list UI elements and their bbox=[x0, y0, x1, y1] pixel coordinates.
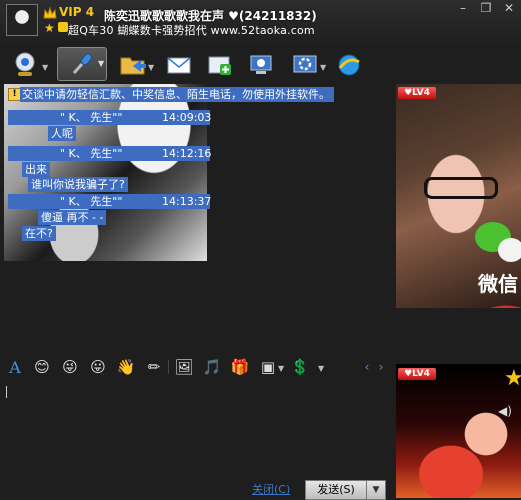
message-text: 傻逼 再不 - - bbox=[38, 210, 107, 225]
message-text: 出来 bbox=[22, 162, 50, 177]
screenshot-icon[interactable]: ▣ bbox=[259, 358, 277, 376]
heart-icon: ♥ bbox=[404, 88, 413, 98]
chevron-down-icon[interactable]: ▼ bbox=[318, 364, 324, 373]
plus-app-icon bbox=[208, 56, 231, 75]
browser-button[interactable] bbox=[332, 48, 366, 82]
vip-badge: VIP 4 bbox=[59, 5, 95, 19]
chevron-down-icon[interactable]: ▼ bbox=[42, 63, 48, 72]
voice-call-button[interactable]: ▼ bbox=[57, 47, 107, 81]
font-button[interactable]: A bbox=[6, 358, 24, 377]
input-toolbar bbox=[0, 356, 392, 380]
chevron-down-icon[interactable]: ▼ bbox=[278, 364, 284, 373]
folder-icon bbox=[120, 57, 146, 75]
emoji-icon[interactable]: 😊 bbox=[33, 358, 51, 376]
gear-screen-icon bbox=[293, 55, 317, 73]
heart-icon: ♥ bbox=[404, 369, 413, 379]
chat-bubble-icon bbox=[498, 238, 521, 262]
star-icon: ★ bbox=[44, 21, 55, 35]
close-window-button[interactable]: ✕ bbox=[497, 0, 521, 16]
chevron-down-icon: ▼ bbox=[98, 59, 105, 68]
webcam-icon bbox=[15, 52, 35, 76]
money-transfer-icon[interactable]: 💲 bbox=[291, 358, 310, 376]
level-text: LV4 bbox=[412, 88, 430, 98]
text-cursor bbox=[6, 386, 7, 398]
send-file-button[interactable] bbox=[116, 48, 150, 82]
doodle-icon[interactable]: ✏ bbox=[145, 358, 163, 376]
level-text: LV4 bbox=[412, 369, 430, 379]
video-panel-bottom[interactable] bbox=[396, 364, 521, 498]
remote-assist-button[interactable] bbox=[244, 48, 278, 82]
speaker-icon[interactable]: ◀) bbox=[498, 404, 512, 418]
security-notice: 交谈中请勿轻信汇款、中奖信息、陌生电话，勿使用外挂软件。 bbox=[20, 87, 334, 102]
email-button[interactable] bbox=[162, 48, 196, 82]
chevron-right-icon[interactable]: › bbox=[372, 358, 390, 376]
shake-window-icon[interactable]: 👋 bbox=[117, 358, 136, 376]
toolbar-divider bbox=[168, 360, 169, 374]
level-icon bbox=[58, 22, 68, 32]
message-time: 14:09:03 bbox=[150, 110, 211, 125]
maximize-button[interactable]: ❐ bbox=[474, 0, 498, 16]
send-options-dropdown[interactable]: ▼ bbox=[366, 480, 386, 500]
message-sender: " K、 先生"" bbox=[8, 194, 150, 209]
star-icon: ★ bbox=[504, 366, 521, 391]
globe-icon bbox=[338, 54, 360, 76]
crown-icon bbox=[43, 6, 57, 20]
settings-button[interactable] bbox=[288, 48, 322, 82]
level-badge: ♥LV4 bbox=[398, 87, 436, 99]
magic-emoji-icon[interactable]: 😜 bbox=[61, 358, 79, 376]
app-button[interactable] bbox=[203, 48, 237, 82]
close-chat-button[interactable]: 关闭(C) bbox=[252, 481, 290, 497]
chevron-down-icon[interactable]: ▼ bbox=[148, 63, 154, 72]
video-subject-glasses bbox=[424, 177, 498, 199]
message-sender: " K、 先生"" bbox=[8, 110, 150, 125]
image-icon[interactable]: 🖼 bbox=[174, 358, 193, 376]
contact-signature: 超Q车30 蝴蝶数卡强势招代 www.52taoka.com bbox=[68, 24, 315, 37]
message-time: 14:12:16 bbox=[150, 146, 211, 161]
send-button[interactable]: 发送(S) bbox=[305, 480, 367, 500]
chevron-down-icon[interactable]: ▼ bbox=[320, 63, 326, 72]
gift-face-icon[interactable]: 😛 bbox=[89, 358, 107, 376]
message-text: 人呢 bbox=[48, 126, 76, 141]
message-text: 在不? bbox=[22, 226, 56, 241]
video-call-button[interactable] bbox=[8, 48, 42, 82]
microphone-icon bbox=[72, 53, 92, 74]
gift-icon[interactable]: 🎁 bbox=[231, 358, 250, 376]
music-icon[interactable]: 🎵 bbox=[203, 358, 222, 376]
envelope-icon bbox=[167, 57, 191, 74]
message-time: 14:13:37 bbox=[150, 194, 211, 209]
message-text: 谁叫你说我骗子了? bbox=[28, 177, 128, 192]
message-input[interactable] bbox=[4, 380, 392, 476]
minimize-button[interactable]: – bbox=[451, 0, 475, 16]
avatar[interactable] bbox=[6, 4, 38, 36]
level-badge: ♥LV4 bbox=[398, 368, 436, 380]
message-sender: " K、 先生"" bbox=[8, 146, 150, 161]
video-overlay-text: 微信 bbox=[478, 272, 518, 296]
computer-icon bbox=[250, 55, 272, 74]
